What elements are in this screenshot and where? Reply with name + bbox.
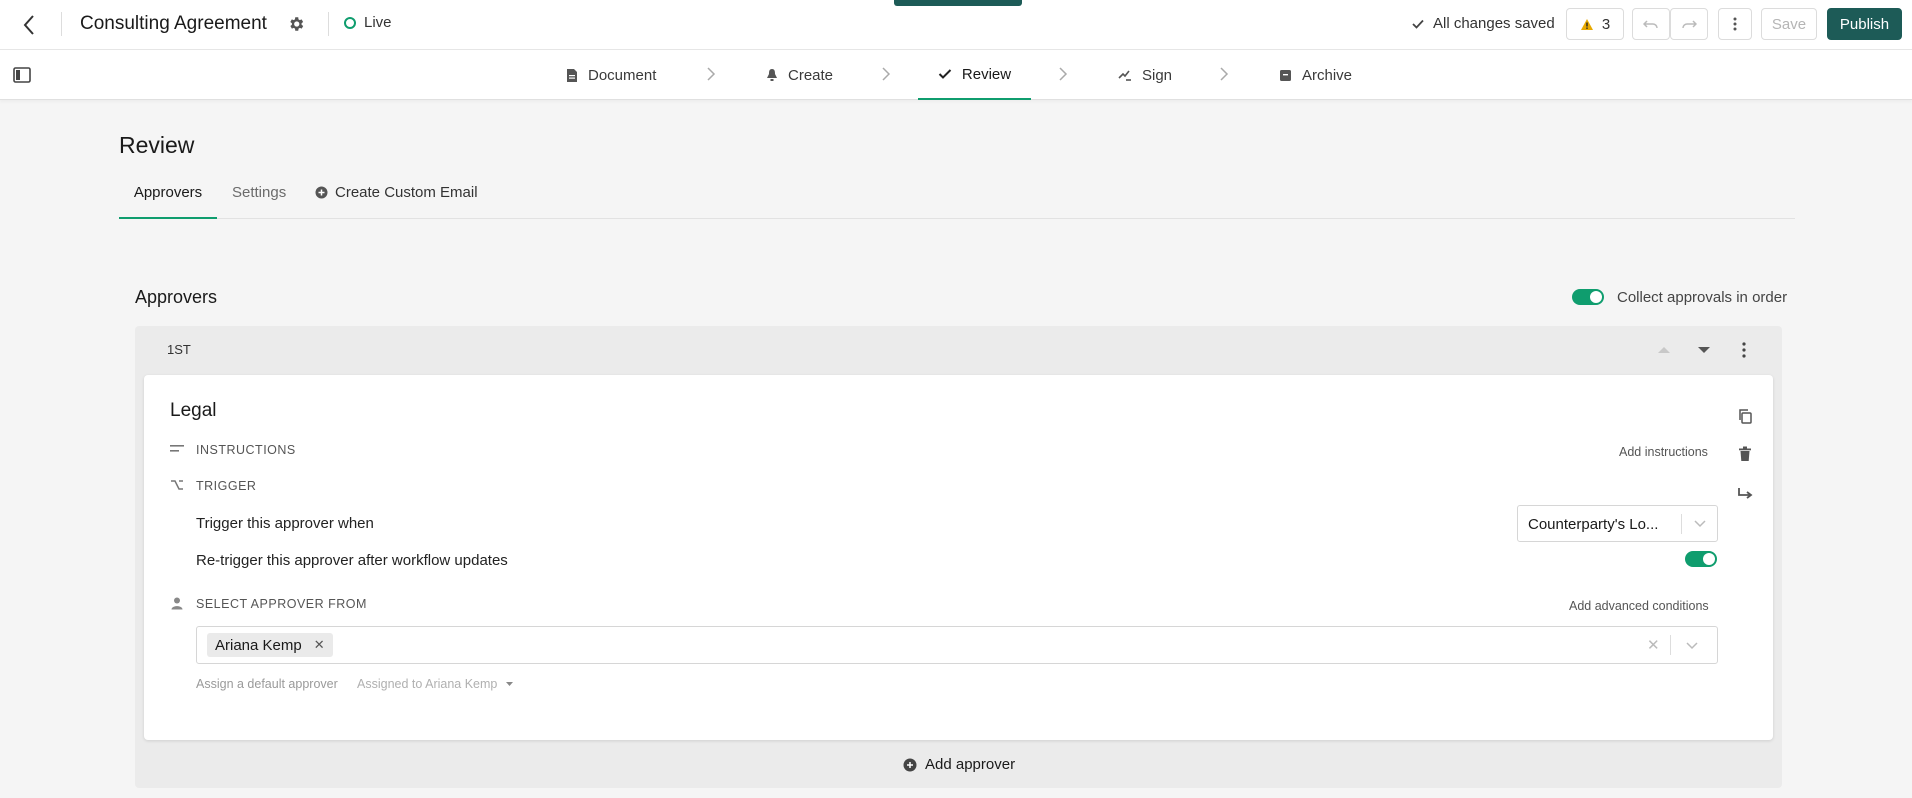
archive-icon xyxy=(1280,69,1291,81)
add-approver-label: Add approver xyxy=(925,756,1016,773)
chevron-right-icon xyxy=(882,67,891,81)
document-title[interactable]: Consulting Agreement xyxy=(80,13,267,35)
trigger-icon xyxy=(171,480,183,490)
tabs-underline xyxy=(119,218,1795,219)
add-advanced-conditions-link[interactable]: Add advanced conditions xyxy=(1569,599,1709,613)
tab-label: Approvers xyxy=(133,184,203,201)
chip-label: Ariana Kemp xyxy=(215,636,302,654)
redirect-arrow-icon[interactable] xyxy=(1733,482,1757,506)
step-label: Sign xyxy=(1142,66,1173,84)
more-options-button[interactable] xyxy=(1718,8,1752,40)
instructions-icon xyxy=(170,445,184,452)
vertical-dots-icon xyxy=(1733,17,1737,31)
chevron-down-icon xyxy=(1686,642,1698,650)
add-approver-button[interactable]: Add approver xyxy=(903,756,1015,773)
trigger-label: TRIGGER xyxy=(196,479,257,493)
gear-icon[interactable] xyxy=(284,12,308,36)
divider xyxy=(1681,514,1682,534)
move-down-icon[interactable] xyxy=(1692,339,1716,361)
check-icon xyxy=(938,69,952,79)
remove-chip-icon[interactable]: ✕ xyxy=(314,637,325,653)
instructions-label: INSTRUCTIONS xyxy=(196,443,296,457)
divider xyxy=(61,12,62,36)
redo-button[interactable] xyxy=(1670,8,1708,40)
tab-label: Create Custom Email xyxy=(335,184,478,201)
divider xyxy=(1670,635,1671,655)
step-label: Review xyxy=(961,65,1012,83)
copy-icon[interactable] xyxy=(1733,404,1757,428)
top-bar: Consulting Agreement Live All changes sa… xyxy=(0,0,1912,50)
bell-icon xyxy=(767,69,777,81)
default-approver-value: Assigned to Ariana Kemp xyxy=(357,677,498,691)
approver-multiselect[interactable]: Ariana Kemp ✕ ✕ xyxy=(196,626,1718,664)
trigger-select-value: Counterparty's Lo... xyxy=(1528,516,1659,533)
live-dot-icon xyxy=(344,16,356,29)
collect-in-order-label: Collect approvals in order xyxy=(1617,289,1788,306)
save-status-text: All changes saved xyxy=(1433,15,1555,32)
page-title: Review xyxy=(119,132,195,158)
sidebar-toggle-icon[interactable] xyxy=(10,62,34,88)
divider xyxy=(328,12,329,36)
card-title[interactable]: Legal xyxy=(170,400,217,422)
chevron-down-icon xyxy=(1694,520,1706,528)
approvers-heading: Approvers xyxy=(135,287,218,307)
trash-icon[interactable] xyxy=(1733,442,1757,466)
save-button[interactable]: Save xyxy=(1761,8,1817,40)
status-text: Live xyxy=(364,14,392,31)
clear-icon[interactable]: ✕ xyxy=(1647,636,1660,654)
default-approver-label: Assign a default approver xyxy=(196,677,338,691)
warning-icon xyxy=(1580,18,1593,30)
step-label: Create xyxy=(788,66,834,84)
check-icon xyxy=(1412,19,1424,29)
back-arrow-icon[interactable] xyxy=(16,12,42,38)
add-instructions-link[interactable]: Add instructions xyxy=(1619,445,1708,459)
save-status: All changes saved xyxy=(1411,15,1555,32)
move-up-icon[interactable] xyxy=(1652,339,1676,361)
redo-icon xyxy=(1682,20,1697,29)
status-badge: Live xyxy=(344,14,392,31)
retrigger-toggle[interactable] xyxy=(1685,551,1717,567)
group-more-options-icon[interactable] xyxy=(1733,337,1755,363)
collect-in-order-toggle[interactable] xyxy=(1572,289,1604,305)
approver-chip: Ariana Kemp ✕ xyxy=(207,633,333,657)
step-create[interactable]: Create xyxy=(766,50,833,100)
retrigger-label: Re-trigger this approver after workflow … xyxy=(196,552,508,569)
step-sign[interactable]: Sign xyxy=(1118,50,1172,100)
select-approver-label: SELECT APPROVER FROM xyxy=(196,597,367,611)
step-archive[interactable]: Archive xyxy=(1279,50,1352,100)
trigger-select[interactable]: Counterparty's Lo... xyxy=(1517,505,1718,542)
top-tab-indicator xyxy=(894,0,1022,6)
undo-icon xyxy=(1643,20,1658,29)
warnings-button[interactable]: 3 xyxy=(1566,8,1624,40)
step-review[interactable]: Review xyxy=(918,50,1031,100)
warnings-count: 3 xyxy=(1601,15,1611,33)
step-label: Document xyxy=(588,66,657,84)
person-icon xyxy=(171,597,183,610)
sign-icon xyxy=(1118,70,1131,81)
trigger-when-label: Trigger this approver when xyxy=(196,515,374,532)
publish-button[interactable]: Publish xyxy=(1827,8,1902,40)
undo-button[interactable] xyxy=(1632,8,1670,40)
default-approver-dropdown[interactable]: Assigned to Ariana Kemp xyxy=(357,677,514,691)
chevron-right-icon xyxy=(707,67,716,81)
plus-circle-icon xyxy=(315,186,328,199)
tab-settings[interactable]: Settings xyxy=(232,184,286,201)
step-label: Archive xyxy=(1302,66,1353,84)
step-document[interactable]: Document xyxy=(566,50,656,100)
tab-approvers[interactable]: Approvers xyxy=(119,184,217,219)
plus-circle-icon xyxy=(903,758,917,771)
chevron-right-icon xyxy=(1220,67,1229,81)
caret-down-icon xyxy=(506,682,514,686)
group-order-label: 1ST xyxy=(167,342,191,357)
document-icon xyxy=(567,68,577,82)
chevron-right-icon xyxy=(1059,67,1068,81)
tab-label: Settings xyxy=(232,184,287,201)
tab-create-custom-email[interactable]: Create Custom Email xyxy=(315,184,478,201)
